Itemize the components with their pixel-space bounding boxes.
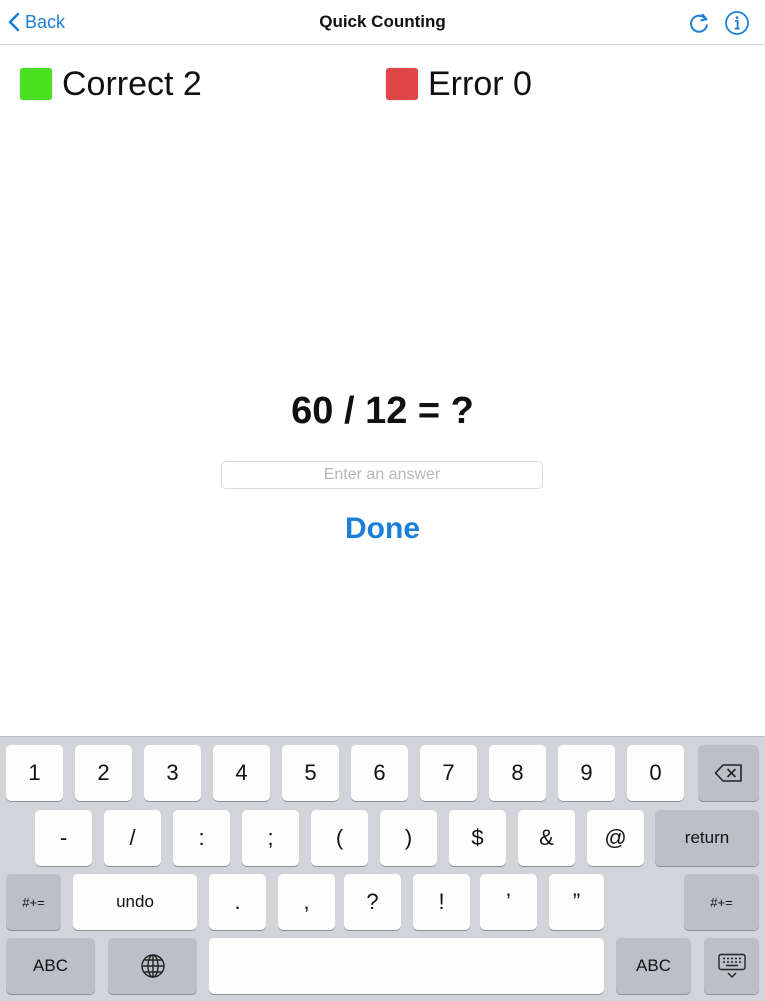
key-8[interactable]: 8 [489, 745, 546, 801]
key-slash[interactable]: / [104, 810, 161, 866]
key-exclamation[interactable]: ! [413, 874, 470, 930]
key-5[interactable]: 5 [282, 745, 339, 801]
backspace-key[interactable] [698, 745, 759, 801]
error-counter: Error 0 [386, 64, 532, 104]
question-text: 60 / 12 = ? [291, 390, 474, 432]
key-6[interactable]: 6 [351, 745, 408, 801]
key-2[interactable]: 2 [75, 745, 132, 801]
key-apostrophe[interactable]: ’ [480, 874, 537, 930]
key-3[interactable]: 3 [144, 745, 201, 801]
key-question[interactable]: ? [344, 874, 401, 930]
symbols-key-left[interactable]: #+= [6, 874, 61, 930]
page-title: Quick Counting [319, 12, 446, 31]
refresh-icon[interactable] [686, 10, 712, 36]
key-dash[interactable]: - [35, 810, 92, 866]
return-key[interactable]: return [655, 810, 759, 866]
correct-swatch [20, 68, 52, 100]
abc-key-right[interactable]: ABC [616, 938, 691, 994]
key-4[interactable]: 4 [213, 745, 270, 801]
key-comma[interactable]: , [278, 874, 335, 930]
key-colon[interactable]: : [173, 810, 230, 866]
backspace-icon [714, 764, 742, 782]
error-label: Error 0 [428, 64, 532, 103]
key-1[interactable]: 1 [6, 745, 63, 801]
key-dollar[interactable]: $ [449, 810, 506, 866]
navigation-bar: Back Quick Counting [0, 0, 765, 45]
correct-counter: Correct 2 [20, 64, 202, 104]
key-9[interactable]: 9 [558, 745, 615, 801]
error-swatch [386, 68, 418, 100]
key-quote[interactable]: ” [549, 874, 604, 930]
numeric-keyboard: 1 2 3 4 5 6 7 8 9 0 - / : ; ( ) $ & @ re… [0, 736, 765, 1001]
key-at[interactable]: @ [587, 810, 644, 866]
info-icon[interactable] [724, 10, 750, 36]
dismiss-keyboard-key[interactable] [704, 938, 759, 994]
key-ampersand[interactable]: & [518, 810, 575, 866]
key-semicolon[interactable]: ; [242, 810, 299, 866]
symbols-key-right[interactable]: #+= [684, 874, 759, 930]
keyboard-dismiss-icon [717, 953, 746, 978]
space-bar[interactable] [209, 938, 604, 994]
key-open-paren[interactable]: ( [311, 810, 368, 866]
correct-label: Correct 2 [62, 64, 202, 103]
done-button[interactable]: Done [0, 512, 765, 546]
globe-key[interactable] [108, 938, 197, 994]
answer-input[interactable] [221, 461, 543, 489]
key-close-paren[interactable]: ) [380, 810, 437, 866]
key-period[interactable]: . [209, 874, 266, 930]
globe-icon [140, 954, 165, 978]
key-7[interactable]: 7 [420, 745, 477, 801]
undo-key[interactable]: undo [73, 874, 197, 930]
key-0[interactable]: 0 [627, 745, 684, 801]
abc-key-left[interactable]: ABC [6, 938, 95, 994]
